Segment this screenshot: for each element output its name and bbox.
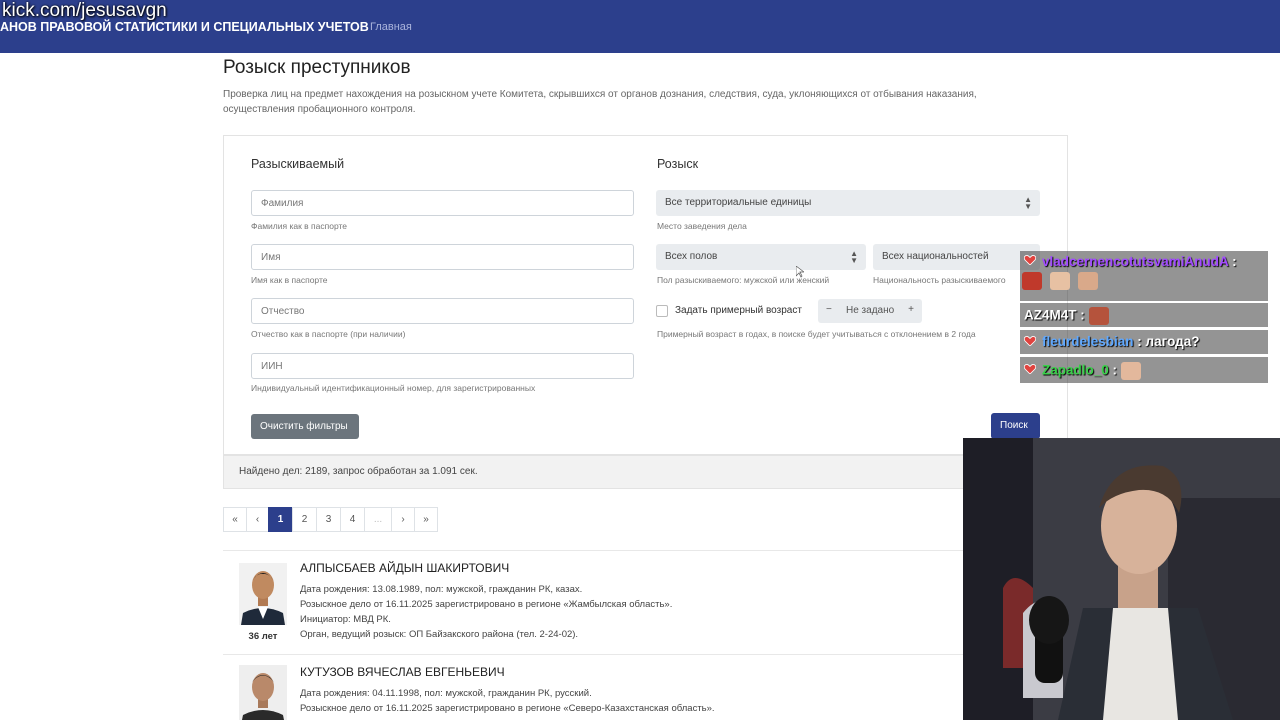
chat-text: : лагода? [1137, 334, 1200, 349]
person-age: 36 лет [248, 631, 278, 642]
minus-icon[interactable]: − [826, 304, 832, 315]
gender-select[interactable]: Всех полов ▲ ▼ [656, 244, 866, 270]
emote-icon [1022, 272, 1042, 290]
clear-filters-button[interactable]: Очистить фильтры [251, 414, 359, 439]
chat-text: : [1232, 254, 1237, 269]
age-checkbox-label[interactable]: Задать примерный возраст [675, 305, 802, 316]
search-section-title: Розыск [657, 157, 699, 171]
iin-input[interactable]: ИИН [251, 353, 634, 379]
site-brand[interactable]: АНОВ ПРАВОВОЙ СТАТИСТИКИ И СПЕЦИАЛЬНЫХ У… [0, 20, 369, 34]
chat-message: Zapadlo_0 : [1020, 357, 1268, 383]
person-detail: Дата рождения: 04.11.1998, пол: мужской,… [300, 688, 592, 699]
list-item[interactable]: 36 лет АЛПЫСБАЕВ АЙДЫН ШАКИРТОВИЧ Дата р… [223, 550, 1068, 654]
page-description: Проверка лиц на предмет нахождения на ро… [223, 89, 977, 115]
webcam-overlay [963, 438, 1280, 720]
page-ellipsis: ... [364, 507, 392, 532]
territory-select-value: Все территориальные единицы [665, 197, 812, 208]
page-first[interactable]: « [223, 507, 247, 532]
surname-help: Фамилия как в паспорте [251, 221, 348, 231]
patronymic-help: Отчество как в паспорте (при наличии) [251, 329, 406, 339]
chat-text: : [1112, 362, 1118, 378]
page-next[interactable]: › [391, 507, 415, 532]
chat-username[interactable]: fleurdelesbian [1042, 334, 1134, 349]
age-stepper-value: Не задано [846, 305, 895, 316]
person-detail: Орган, ведущий розыск: ОП Байзакского ра… [300, 629, 579, 640]
surname-input[interactable]: Фамилия [251, 190, 634, 216]
wanted-section-title: Разыскиваемый [251, 157, 345, 171]
age-checkbox[interactable] [656, 305, 668, 317]
gender-select-value: Всех полов [665, 251, 718, 262]
patronymic-input[interactable]: Отчество [251, 298, 634, 324]
territory-help: Место заведения дела [657, 221, 747, 231]
territory-select[interactable]: Все территориальные единицы ▲ ▼ [656, 190, 1040, 216]
person-photo [239, 563, 287, 625]
person-detail: Дата рождения: 13.08.1989, пол: мужской,… [300, 584, 583, 595]
page-title: Розыск преступников [223, 57, 411, 78]
chat-message: vladcernencotutsvamiAnudA : [1020, 251, 1268, 301]
filter-form-card [223, 135, 1068, 455]
stream-url-overlay: kick.com/jesusavgn [2, 0, 167, 21]
select-caret-icon: ▲ ▼ [850, 249, 858, 265]
chat-message: fleurdelesbian : лагода? [1020, 330, 1268, 354]
person-detail: Розыскное дело от 16.11.2025 зарегистрир… [300, 703, 715, 714]
chat-message: AZ4M4T : [1020, 303, 1268, 327]
person-name[interactable]: КУТУЗОВ ВЯЧЕСЛАВ ЕВГЕНЬЕВИЧ [300, 665, 505, 679]
page-last[interactable]: » [414, 507, 438, 532]
page-1[interactable]: 1 [268, 507, 293, 532]
age-stepper[interactable]: − Не задано + [818, 299, 922, 323]
nav-link-home[interactable]: Главная [370, 21, 412, 33]
nationality-select[interactable]: Всех национальностей [873, 244, 1040, 270]
iin-help: Индивидуальный идентификационный номер, … [251, 383, 536, 393]
firstname-input[interactable]: Имя [251, 244, 634, 270]
mouse-cursor-icon [796, 266, 804, 278]
age-help: Примерный возраст в годах, в поиске буде… [657, 329, 976, 339]
chat-username[interactable]: AZ4M4T [1024, 308, 1077, 323]
chat-text: : [1080, 307, 1085, 323]
page-2[interactable]: 2 [292, 507, 317, 532]
person-name[interactable]: АЛПЫСБАЕВ АЙДЫН ШАКИРТОВИЧ [300, 561, 509, 575]
person-photo [239, 665, 287, 720]
plus-icon[interactable]: + [908, 304, 914, 315]
emote-icon [1049, 272, 1070, 290]
nationality-help: Национальность разыскиваемого [873, 275, 1006, 285]
person-detail: Розыскное дело от 16.11.2025 зарегистрир… [300, 599, 673, 610]
heart-badge-icon [1024, 336, 1036, 346]
heart-badge-icon [1024, 364, 1036, 374]
heart-badge-icon [1024, 255, 1036, 265]
emote-icon [1077, 272, 1098, 290]
person-detail: Инициатор: МВД РК. [300, 614, 391, 625]
list-item[interactable]: КУТУЗОВ ВЯЧЕСЛАВ ЕВГЕНЬЕВИЧ Дата рождени… [223, 654, 1068, 720]
page-prev[interactable]: ‹ [246, 507, 269, 532]
search-button[interactable]: Поиск [991, 413, 1040, 439]
results-summary: Найдено дел: 2189, запрос обработан за 1… [223, 455, 1068, 489]
emote-icon [1088, 307, 1109, 325]
chat-username[interactable]: Zapadlo_0 [1042, 363, 1109, 378]
page-3[interactable]: 3 [316, 507, 341, 532]
chat-username[interactable]: vladcernencotutsvamiAnudA [1042, 254, 1228, 269]
page-4[interactable]: 4 [340, 507, 365, 532]
emote-icon [1120, 362, 1141, 380]
top-navbar: АНОВ ПРАВОВОЙ СТАТИСТИКИ И СПЕЦИАЛЬНЫХ У… [0, 0, 1280, 53]
select-caret-icon: ▲ ▼ [1024, 195, 1032, 211]
pagination: « ‹ 1 2 3 4 ... › » [223, 507, 438, 532]
firstname-help: Имя как в паспорте [251, 275, 328, 285]
nationality-select-value: Всех национальностей [882, 251, 989, 262]
